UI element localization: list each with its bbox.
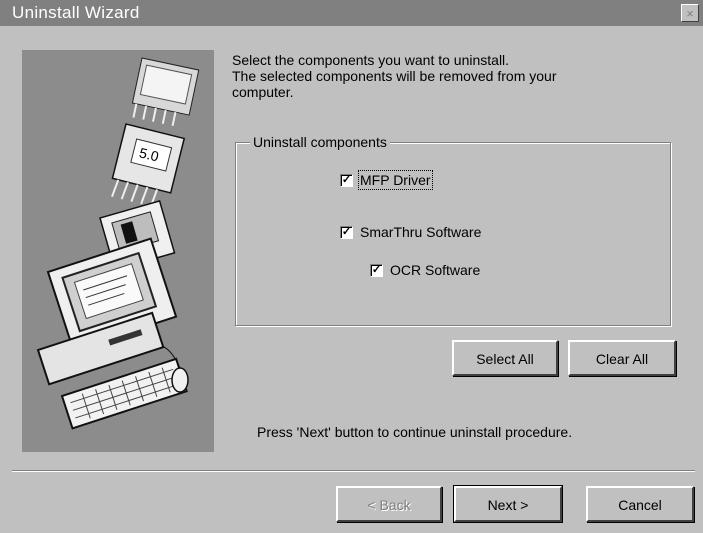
uninstall-components-group: Uninstall components ✓ MFP Driver ✓ Smar… xyxy=(235,134,671,326)
intro-text: Select the components you want to uninst… xyxy=(232,52,662,100)
instruction-text: Press 'Next' button to continue uninstal… xyxy=(257,424,573,440)
window-title: Uninstall Wizard xyxy=(12,3,140,22)
smarthru-software-checkbox[interactable]: ✓ xyxy=(340,225,353,239)
title-bar: Uninstall Wizard × xyxy=(0,0,703,26)
cancel-button[interactable]: Cancel xyxy=(586,486,694,522)
mfp-driver-option[interactable]: ✓ MFP Driver xyxy=(340,170,433,190)
select-all-button[interactable]: Select All xyxy=(452,340,558,376)
ocr-software-option[interactable]: ✓ OCR Software xyxy=(370,262,480,278)
next-button[interactable]: Next > xyxy=(453,485,563,523)
smarthru-software-label: SmarThru Software xyxy=(360,224,482,240)
close-button[interactable]: × xyxy=(681,4,699,22)
mfp-driver-label: MFP Driver xyxy=(358,170,433,190)
intro-line-3: computer. xyxy=(232,84,294,100)
button-separator xyxy=(12,470,695,472)
intro-line-1: Select the components you want to uninst… xyxy=(232,52,510,68)
mfp-driver-checkbox[interactable]: ✓ xyxy=(340,173,353,187)
clear-all-button[interactable]: Clear All xyxy=(568,340,676,376)
smarthru-software-option[interactable]: ✓ SmarThru Software xyxy=(340,224,481,240)
wizard-side-image: 5.0 xyxy=(22,50,214,452)
close-icon: × xyxy=(686,6,694,21)
intro-line-2: The selected components will be removed … xyxy=(232,68,557,84)
back-button[interactable]: < Back xyxy=(336,486,442,522)
group-legend: Uninstall components xyxy=(250,134,390,150)
ocr-software-checkbox[interactable]: ✓ xyxy=(370,263,383,277)
ocr-software-label: OCR Software xyxy=(390,262,481,278)
computer-illustration-icon: 5.0 xyxy=(22,50,214,452)
